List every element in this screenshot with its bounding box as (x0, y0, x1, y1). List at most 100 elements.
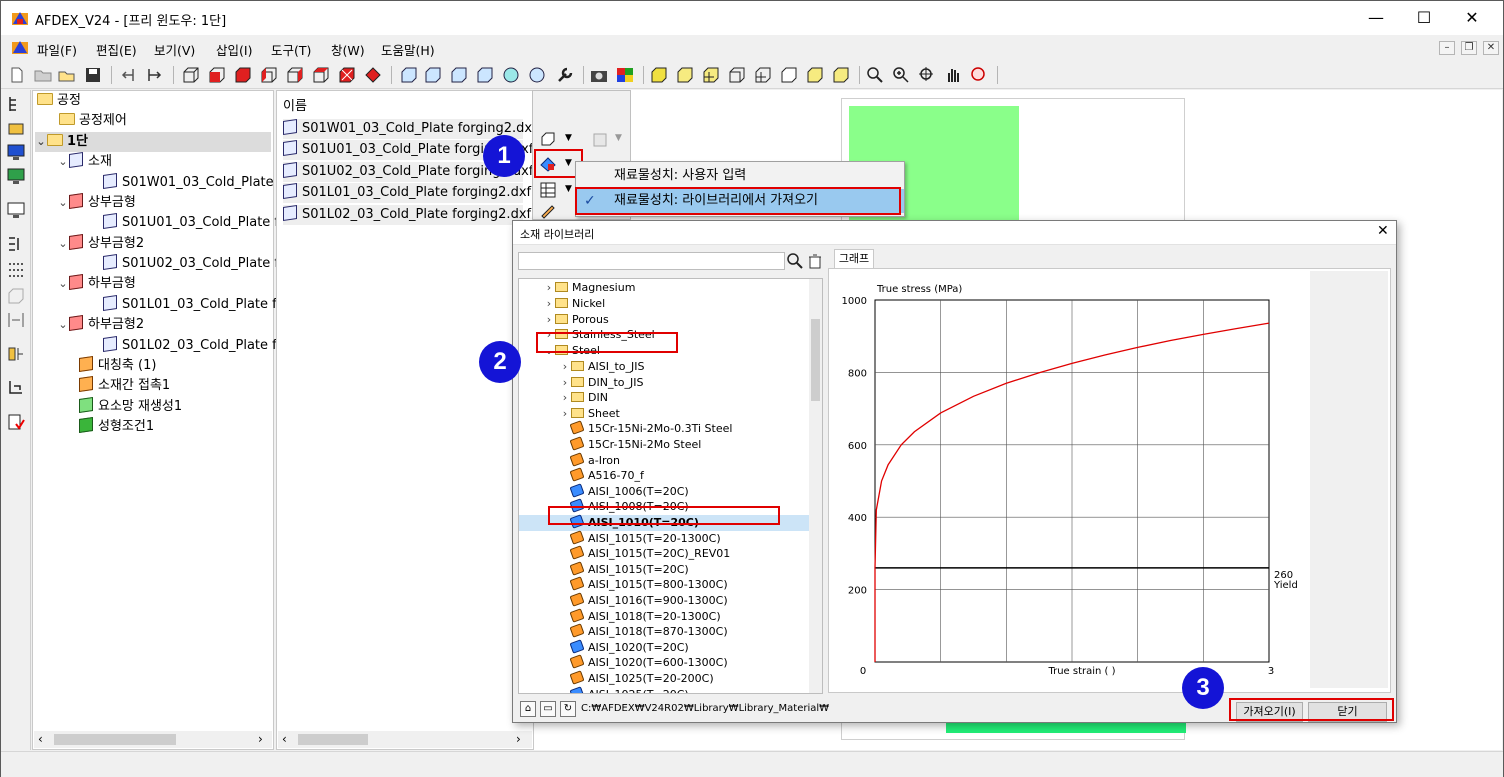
zoom-reset-icon[interactable] (969, 65, 989, 85)
tree-item[interactable]: ⌄ 하부금형 (57, 274, 136, 294)
material-item[interactable]: AISI_1020(T=600-1300C) (569, 654, 728, 671)
save-icon[interactable] (83, 65, 103, 85)
material-item[interactable]: A516-70_f (569, 467, 644, 484)
chevron-down-icon[interactable]: ⌄ (57, 274, 69, 294)
close-button[interactable]: ✕ (1449, 5, 1495, 31)
solid-view-icon[interactable] (649, 65, 669, 85)
menu-window[interactable]: 창(W) (331, 40, 365, 59)
material-search-input[interactable] (518, 252, 785, 270)
tree-stage[interactable]: ⌄ 1단 (35, 132, 271, 152)
lib-folder-row[interactable]: › Sheet (559, 406, 620, 422)
box-left-icon[interactable] (259, 65, 279, 85)
chevron-right-icon[interactable]: › (543, 280, 555, 296)
mesh-view-icon[interactable] (701, 65, 721, 85)
tree-item[interactable]: S01W01_03_Cold_Plate (103, 173, 274, 193)
wireframe-view-icon[interactable] (727, 65, 747, 85)
tree-item[interactable]: S01L01_03_Cold_Plate f (103, 295, 277, 315)
box-right-icon[interactable] (285, 65, 305, 85)
material-item[interactable]: AISI_1018(T=870-1300C) (569, 623, 728, 640)
mdi-close-icon[interactable]: ✕ (1483, 41, 1499, 55)
tree-process-control[interactable]: 공정제어 (59, 111, 127, 131)
material-item[interactable]: a-Iron (569, 451, 620, 469)
material-item[interactable]: AISI_1015(T=20C)_REV01 (569, 545, 730, 562)
shaded-view-icon[interactable] (675, 65, 695, 85)
material-item[interactable]: 15Cr-15Ni-2Mo Steel (569, 436, 701, 453)
menu-view[interactable]: 보기(V) (154, 40, 195, 59)
checklist-icon[interactable] (6, 412, 26, 432)
box-tool-icon[interactable] (6, 286, 26, 306)
scroll-left-icon[interactable]: ‹ (282, 732, 287, 746)
menu-help[interactable]: 도움말(H) (381, 40, 435, 59)
lib-folder-row[interactable]: › Porous (543, 312, 609, 328)
tab-graph[interactable]: 그래프 (834, 249, 874, 269)
tree-root[interactable]: 공정 (37, 91, 81, 111)
lib-folder-row[interactable]: › DIN_to_JIS (559, 375, 644, 391)
scroll-left-icon[interactable]: ‹ (38, 732, 43, 746)
geometry-icon[interactable] (539, 131, 557, 149)
screen-icon[interactable] (6, 200, 26, 220)
file-item[interactable]: S01L01_03_Cold_Plate forging2.dxf (283, 183, 531, 203)
tree-horizontal-scrollbar[interactable]: ‹ › (34, 731, 272, 748)
material-item[interactable]: 15Cr-15Ni-2Mo-0.3Ti Steel (569, 420, 732, 437)
zoom-icon[interactable] (865, 65, 885, 85)
chevron-right-icon[interactable]: › (559, 390, 571, 406)
dialog-close-icon[interactable]: ✕ (1377, 223, 1389, 239)
chevron-right-icon[interactable]: › (559, 406, 571, 422)
tree-item[interactable]: 성형조건1 (79, 417, 154, 437)
box-bottom-icon[interactable] (363, 65, 383, 85)
chevron-down-icon[interactable]: ⌄ (57, 234, 69, 254)
wrench-icon[interactable] (555, 65, 575, 85)
dropdown-arrow-icon[interactable]: ▼ (565, 184, 572, 194)
palette-icon[interactable] (615, 65, 635, 85)
hierarchy-icon[interactable] (6, 378, 26, 398)
folder-tool-icon[interactable] (6, 118, 26, 138)
menu-user-input[interactable]: 재료물성치: 사용자 입력 (576, 164, 904, 188)
chevron-right-icon[interactable]: › (543, 296, 555, 312)
box-top-icon[interactable] (311, 65, 331, 85)
rotate-x-icon[interactable] (399, 65, 419, 85)
maximize-button[interactable]: ☐ (1401, 5, 1447, 31)
chevron-right-icon[interactable]: › (543, 312, 555, 328)
rotate-reset-icon[interactable] (501, 65, 521, 85)
trash-icon[interactable] (806, 252, 824, 270)
rotate-z-icon[interactable] (449, 65, 469, 85)
scroll-right-icon[interactable]: › (516, 732, 521, 746)
material-vertical-scrollbar[interactable] (809, 279, 822, 693)
material-item[interactable]: AISI_1020(T=20C) (569, 639, 689, 656)
tree-item[interactable]: ⌄ 상부금형 (57, 193, 136, 213)
new-file-icon[interactable] (7, 65, 27, 85)
export-icon[interactable] (145, 65, 165, 85)
box-front-icon[interactable] (207, 65, 227, 85)
import-icon[interactable] (119, 65, 139, 85)
camera-icon[interactable] (589, 65, 609, 85)
zoom-fit-icon[interactable] (917, 65, 937, 85)
transparent-view-icon[interactable] (831, 65, 851, 85)
table-icon[interactable] (539, 181, 557, 199)
lib-folder-row[interactable]: › Nickel (543, 296, 605, 312)
box-iso-icon[interactable] (337, 65, 357, 85)
tree-item[interactable]: ⌄ 하부금형2 (57, 315, 144, 335)
rotate-y-icon[interactable] (423, 65, 443, 85)
spacing-icon[interactable] (6, 310, 26, 330)
scroll-thumb[interactable] (54, 734, 176, 745)
tree-item[interactable]: S01U02_03_Cold_Plate f (103, 254, 279, 274)
tree-item[interactable]: 소재간 접촉1 (79, 376, 170, 396)
open-icon[interactable] (57, 65, 77, 85)
menu-file[interactable]: 파일(F) (37, 40, 77, 59)
mdi-restore-icon[interactable]: ❐ (1461, 41, 1477, 55)
box-view-icon[interactable] (181, 65, 201, 85)
material-item[interactable]: AISI_1016(T=900-1300C) (569, 592, 728, 609)
material-item[interactable]: AISI_1025(T=20-200C) (569, 670, 714, 687)
rotate-view-icon[interactable] (527, 65, 547, 85)
chart-tool-icon[interactable] (6, 344, 26, 364)
folder-open-icon[interactable]: ▭ (540, 701, 556, 717)
menu-insert[interactable]: 삽입(I) (216, 40, 252, 59)
pan-hand-icon[interactable] (943, 65, 963, 85)
minimize-button[interactable]: — (1353, 5, 1399, 31)
display-icon[interactable] (6, 166, 26, 186)
chevron-down-icon[interactable]: ⌄ (35, 132, 47, 152)
refresh-icon[interactable]: ↻ (560, 701, 576, 717)
material-item[interactable]: AISI_1015(T=20C) (569, 561, 689, 578)
tree-item[interactable]: 요소망 재생성1 (79, 397, 182, 417)
chevron-right-icon[interactable]: › (559, 359, 571, 375)
